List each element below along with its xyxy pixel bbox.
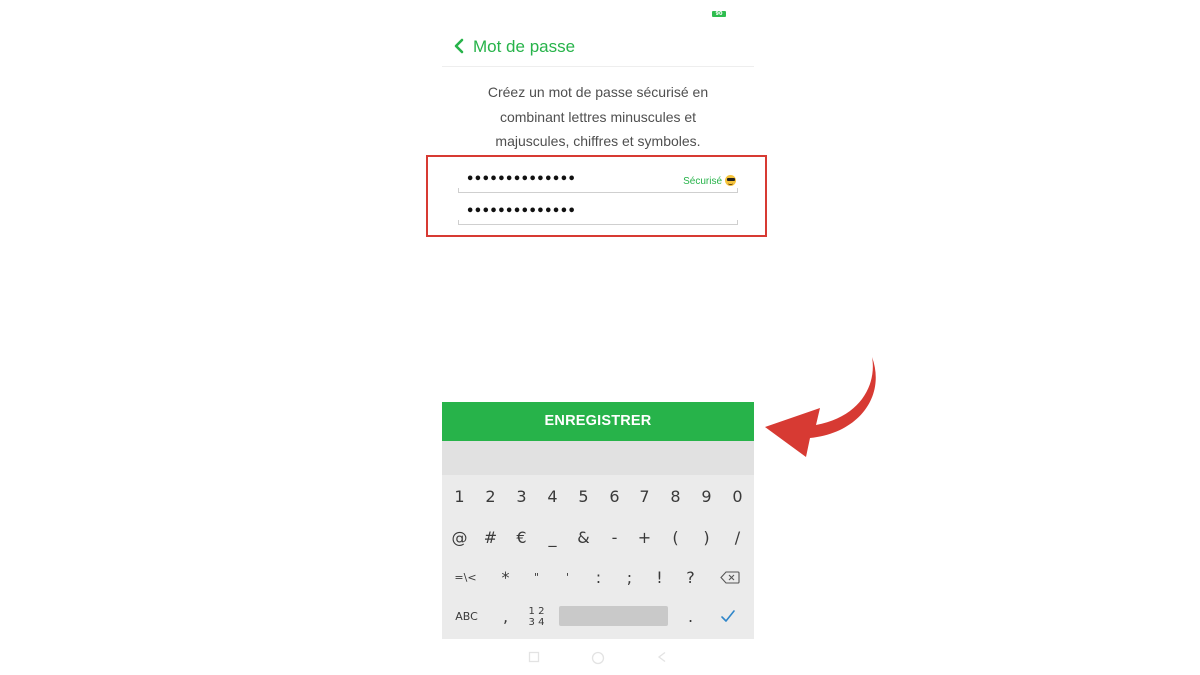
key-ampersand[interactable]: & [568,519,599,557]
keyboard-row-bottom: ABC , 1 23 4 . [442,598,754,636]
back-icon[interactable] [452,37,466,55]
key-0[interactable]: 0 [722,478,753,516]
key-4[interactable]: 4 [537,478,568,516]
key-comma[interactable]: , [490,598,521,636]
key-asterisk[interactable]: * [490,559,521,597]
key-colon[interactable]: : [583,559,614,597]
key-close-paren[interactable]: ) [691,519,722,557]
key-5[interactable]: 5 [568,478,599,516]
status-bar: 90 [442,0,754,28]
keyboard-row-symbols: @ # € _ & - + ( ) / [442,519,754,557]
save-button[interactable]: ENREGISTRER [442,402,754,441]
key-single-quote[interactable]: ' [552,559,583,597]
confirm-password-value: •••••••••••••• [466,204,576,219]
key-numpad[interactable]: 1 23 4 [521,598,552,636]
key-more-symbols[interactable]: =\< [450,559,481,597]
key-7[interactable]: 7 [629,478,660,516]
page-title: Mot de passe [473,37,576,56]
key-9[interactable]: 9 [691,478,722,516]
space-key[interactable] [559,606,668,626]
key-1[interactable]: 1 [444,478,475,516]
key-hash[interactable]: # [475,519,506,557]
key-slash[interactable]: / [722,519,753,557]
backspace-icon[interactable] [720,571,740,584]
key-euro[interactable]: € [506,519,537,557]
phone-screen: 90 Mot de passe Créez un mot de passe sé… [426,0,767,675]
nav-recents-icon[interactable] [528,651,540,663]
emoji-icon [725,175,736,186]
key-plus[interactable]: + [629,519,660,557]
curved-arrow-icon [765,357,876,457]
check-icon[interactable] [720,609,736,623]
key-6[interactable]: 6 [599,478,630,516]
keyboard-suggestion-bar [442,441,754,475]
battery-icon: 90 [712,11,726,17]
key-8[interactable]: 8 [660,478,691,516]
keyboard-row-numbers: 1 2 3 4 5 6 7 8 9 0 [442,478,754,516]
key-2[interactable]: 2 [475,478,506,516]
key-period[interactable]: . [675,598,706,636]
key-minus[interactable]: - [599,519,630,557]
numpad-top: 1 2 [528,606,545,617]
password-field[interactable]: •••••••••••••• Sécurisé [458,168,738,193]
password-value: •••••••••••••• [466,172,576,187]
nav-home-icon[interactable] [591,651,605,665]
key-at[interactable]: @ [444,519,475,557]
strength-label: Sécurisé [683,176,722,187]
key-open-paren[interactable]: ( [660,519,691,557]
key-semicolon[interactable]: ; [614,559,645,597]
key-exclamation[interactable]: ! [644,559,675,597]
key-question[interactable]: ? [675,559,706,597]
nav-back-icon[interactable] [656,651,668,663]
key-3[interactable]: 3 [506,478,537,516]
key-double-quote[interactable]: " [521,559,552,597]
key-underscore[interactable]: _ [537,519,568,557]
confirm-password-field[interactable]: •••••••••••••• [458,200,738,225]
navigation-bar [442,639,754,675]
instructions-text: Créez un mot de passe sécurisé en combin… [487,84,709,149]
keyboard-row-symbols-2: =\< * " ' : ; ! ? [442,559,754,597]
keyboard: 1 2 3 4 5 6 7 8 9 0 @ # € _ & - + ( ) / … [442,441,754,639]
strength-indicator: Sécurisé [683,175,736,187]
key-abc[interactable]: ABC [451,598,482,636]
numpad-bottom: 3 4 [528,617,545,628]
app-header: Mot de passe [442,28,754,67]
